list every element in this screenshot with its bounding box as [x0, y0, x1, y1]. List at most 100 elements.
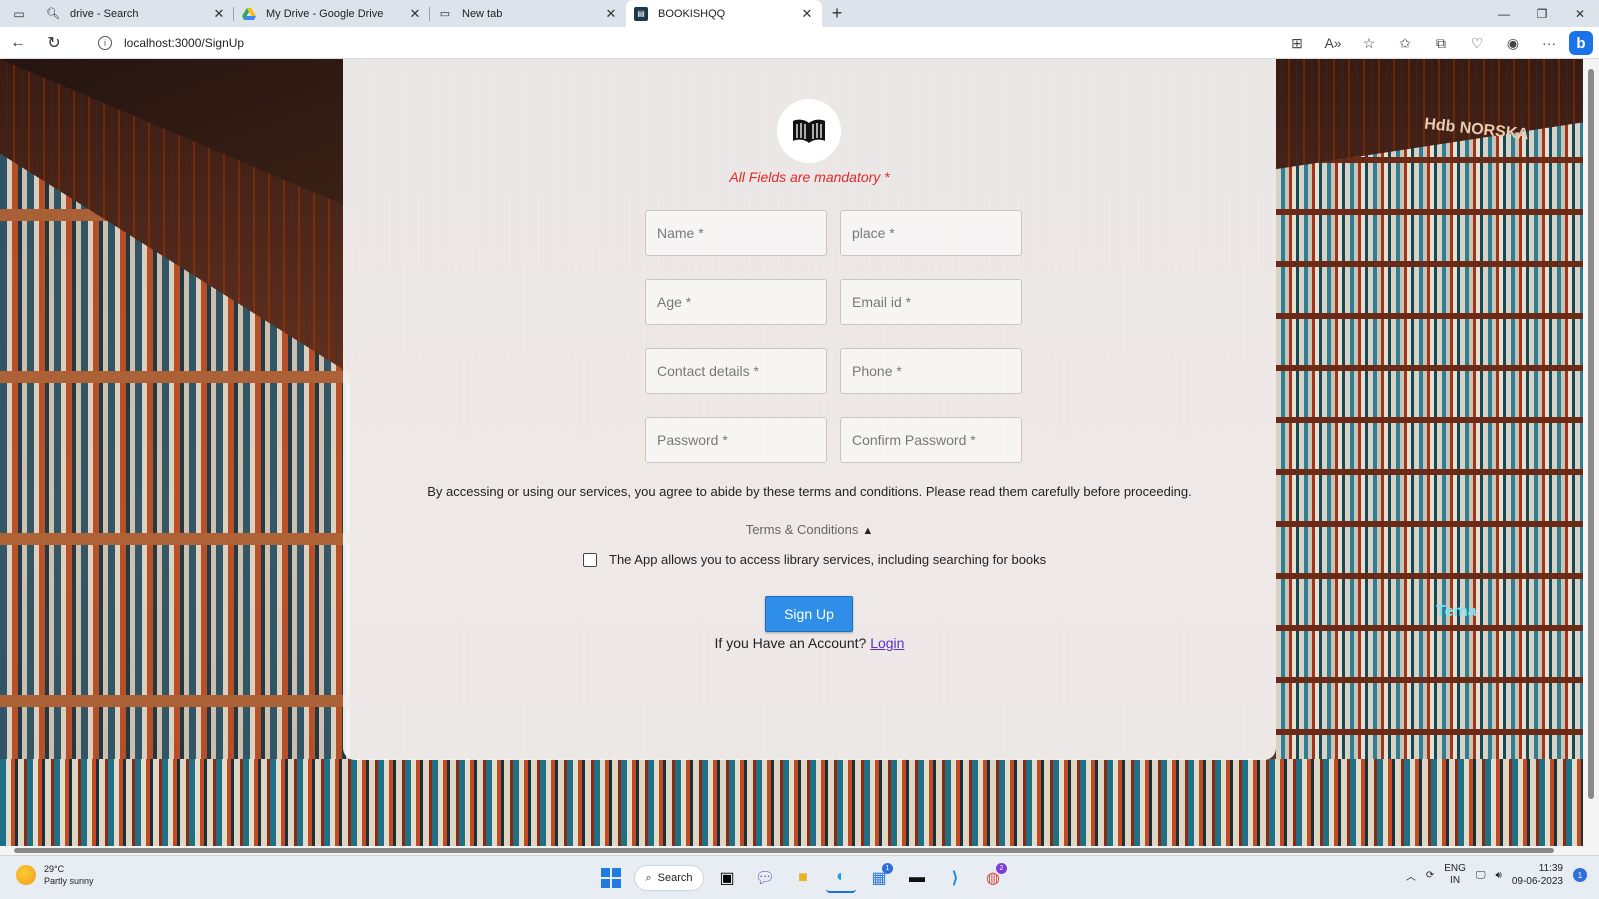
show-hidden-icons-icon[interactable]: ︿: [1406, 868, 1416, 883]
chevron-up-icon[interactable]: ▲: [862, 525, 873, 537]
agree-label: The App allows you to access library ser…: [609, 552, 1047, 567]
agree-checkbox[interactable]: [583, 552, 597, 567]
chrome-icon[interactable]: ◍ 2: [978, 863, 1008, 893]
system-tray: ︿ ⟳ ENG IN 🖵︎ 🔊︎ 11:39 09-06-2023 1: [1406, 862, 1587, 888]
chat-icon[interactable]: 💬︎: [750, 863, 780, 893]
login-link[interactable]: Login: [870, 635, 904, 651]
tab-title: BOOKISHQQ: [658, 7, 726, 20]
terms-agreement: The App allows you to access library ser…: [583, 552, 1046, 567]
search-label: Search: [657, 872, 693, 884]
info-icon[interactable]: i: [98, 36, 112, 50]
login-prompt: If you Have an Account? Login: [343, 635, 1276, 651]
scroll-thumb[interactable]: [1588, 69, 1594, 799]
open-book-icon: [793, 119, 825, 143]
refresh-icon[interactable]: ↻: [36, 27, 72, 59]
tab-actions-icon[interactable]: ▭: [0, 0, 38, 27]
sync-icon[interactable]: ⟳: [1426, 870, 1434, 881]
windows-icon: [601, 868, 621, 888]
taskbar-apps: ⌕ Search ▣ 💬︎ ■ ◐ ▦ 1 ▬ ⟩ ◍ 2: [596, 861, 1008, 895]
favorite-star-icon[interactable]: ☆: [1353, 27, 1385, 59]
clock[interactable]: 11:39 09-06-2023: [1512, 862, 1563, 888]
email-input[interactable]: [840, 279, 1022, 325]
address-bar[interactable]: i localhost:3000/SignUp: [88, 30, 1218, 56]
close-window-icon[interactable]: ✕: [1561, 0, 1599, 27]
terms-description: By accessing or using our services, you …: [427, 484, 1192, 499]
terms-toggle[interactable]: Terms & Conditions ▲: [343, 522, 1276, 537]
task-view-icon[interactable]: ▣: [712, 863, 742, 893]
store-icon[interactable]: ▦ 1: [864, 863, 894, 893]
scroll-thumb[interactable]: [14, 848, 1554, 853]
confirm-password-input[interactable]: [840, 417, 1022, 463]
windows-taskbar: 29°C Partly sunny ⌕ Search ▣ 💬︎ ■ ◐ ▦ 1 ▬ …: [0, 855, 1599, 899]
taskbar-search[interactable]: ⌕ Search: [634, 865, 704, 891]
google-drive-icon: [242, 7, 256, 21]
new-tab-button[interactable]: +: [822, 0, 852, 27]
volume-icon[interactable]: 🔊︎: [1496, 870, 1502, 881]
window-controls: — ❐ ✕: [1485, 0, 1599, 27]
collections-icon[interactable]: ⧉: [1425, 27, 1457, 59]
tab-new-tab[interactable]: ▭ New tab ✕: [430, 0, 626, 27]
tab-drive-search[interactable]: 🔍︎ drive - Search ✕: [38, 0, 234, 27]
right-bookshelf: [1276, 121, 1583, 846]
url-text[interactable]: localhost:3000/SignUp: [124, 36, 244, 50]
tab-bar: ▭ 🔍︎ drive - Search ✕ My Drive - Google …: [0, 0, 1599, 27]
tab-title: New tab: [462, 7, 503, 20]
vscode-icon[interactable]: ⟩: [940, 863, 970, 893]
login-prompt-text: If you Have an Account?: [714, 635, 867, 651]
terms-toggle-label[interactable]: Terms & Conditions: [746, 522, 859, 537]
book-icon: ▤: [634, 6, 648, 21]
signup-card: All Fields are mandatory * By accessing …: [343, 59, 1276, 760]
read-aloud-icon[interactable]: A»: [1317, 27, 1349, 59]
minimize-icon[interactable]: —: [1485, 0, 1523, 27]
notification-badge[interactable]: 1: [1573, 868, 1587, 882]
favorites-icon[interactable]: ✩: [1389, 27, 1421, 59]
age-input[interactable]: [645, 279, 827, 325]
network-icon[interactable]: 🖵︎: [1476, 870, 1486, 881]
weather-widget[interactable]: 29°C Partly sunny: [16, 863, 94, 887]
name-input[interactable]: [645, 210, 827, 256]
tab-title: My Drive - Google Drive: [266, 7, 384, 20]
lang-primary: ENG: [1444, 863, 1466, 874]
page-icon: ▭: [439, 8, 451, 20]
tab-bookishqq[interactable]: ▤ BOOKISHQQ ✕: [626, 0, 822, 27]
date: 09-06-2023: [1511, 876, 1563, 887]
chrome-badge: 2: [996, 863, 1007, 874]
phone-input[interactable]: [840, 348, 1022, 394]
close-tab-icon[interactable]: ✕: [408, 6, 422, 22]
close-tab-icon[interactable]: ✕: [800, 6, 814, 22]
browser-toolbar: ← ↻ i localhost:3000/SignUp ⊞ A» ☆ ✩ ⧉ ♡…: [0, 27, 1599, 59]
bing-copilot-icon[interactable]: b: [1569, 31, 1593, 55]
time: 11:39: [1538, 863, 1563, 874]
mandatory-note: All Fields are mandatory *: [729, 169, 890, 185]
shelf-sign-tema: Tema: [1436, 603, 1477, 620]
password-input[interactable]: [645, 417, 827, 463]
weather-desc: Partly sunny: [44, 876, 94, 886]
profile-avatar-icon[interactable]: ◉: [1497, 27, 1529, 59]
weather-temp: 29°C: [44, 864, 65, 874]
place-input[interactable]: [840, 210, 1022, 256]
edge-browser-icon[interactable]: ◐: [826, 863, 856, 893]
search-icon: 🔍︎: [46, 8, 60, 20]
search-icon: ⌕: [645, 871, 652, 884]
app-logo: [777, 99, 841, 163]
file-explorer-icon[interactable]: ■: [788, 863, 818, 893]
start-button[interactable]: [596, 863, 626, 893]
lang-region: IN: [1450, 875, 1461, 886]
app-available-icon[interactable]: ⊞: [1281, 27, 1313, 59]
terminal-icon[interactable]: ▬: [902, 863, 932, 893]
restore-icon[interactable]: ❐: [1523, 0, 1561, 27]
tab-google-drive[interactable]: My Drive - Google Drive ✕: [234, 0, 430, 27]
contact-details-input[interactable]: [645, 348, 827, 394]
horizontal-scrollbar[interactable]: [0, 846, 1599, 855]
signup-button[interactable]: Sign Up: [765, 596, 853, 632]
browser-essentials-icon[interactable]: ♡: [1461, 27, 1493, 59]
toolbar-actions: ⊞ A» ☆ ✩ ⧉ ♡ ◉ ··· b: [1281, 27, 1593, 59]
close-tab-icon[interactable]: ✕: [604, 6, 618, 22]
language-indicator[interactable]: ENG IN: [1444, 863, 1466, 887]
partly-sunny-icon: [16, 865, 36, 885]
more-options-icon[interactable]: ···: [1533, 27, 1565, 59]
tab-title: drive - Search: [70, 7, 139, 20]
close-tab-icon[interactable]: ✕: [212, 6, 226, 22]
vertical-scrollbar[interactable]: [1583, 59, 1599, 846]
back-icon[interactable]: ←: [0, 27, 36, 59]
